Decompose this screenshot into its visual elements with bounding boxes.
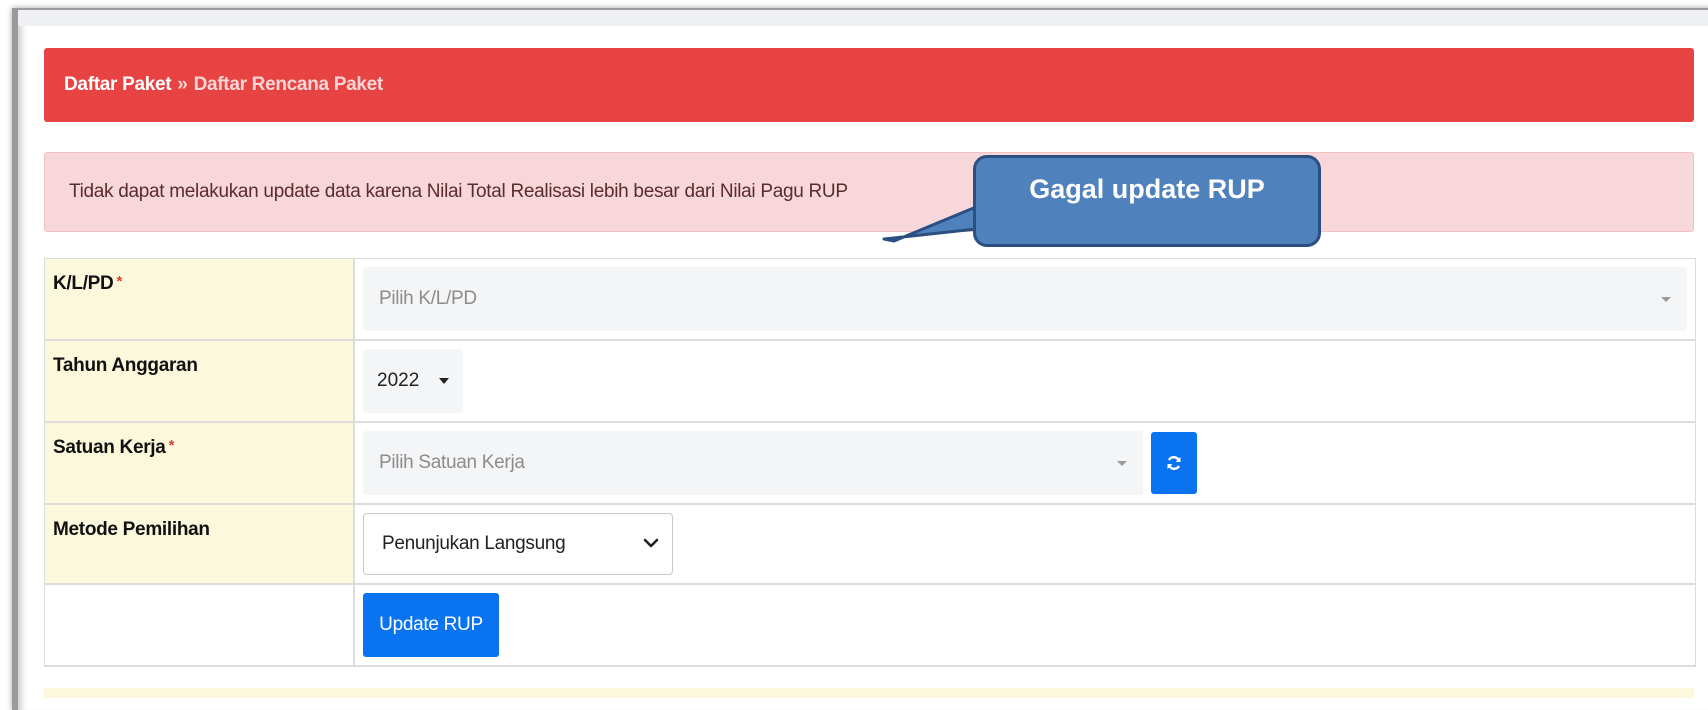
rup-form: K/L/PD * Pilih K/L/PD Tahun Anggaran 2022… bbox=[44, 258, 1696, 667]
satker-value-cell: Pilih Satuan Kerja bbox=[355, 423, 1695, 503]
empty-label-cell bbox=[45, 585, 355, 665]
required-mark: * bbox=[168, 437, 175, 454]
form-row-tahun: Tahun Anggaran 2022 bbox=[45, 341, 1695, 423]
form-row-satker: Satuan Kerja * Pilih Satuan Kerja bbox=[45, 423, 1695, 505]
update-rup-button[interactable]: Update RUP bbox=[363, 593, 499, 657]
form-row-klpd: K/L/PD * Pilih K/L/PD bbox=[45, 259, 1695, 341]
klpd-placeholder: Pilih K/L/PD bbox=[379, 288, 477, 309]
klpd-label-text: K/L/PD bbox=[53, 273, 114, 294]
submit-value-cell: Update RUP bbox=[355, 585, 1695, 665]
satker-label: Satuan Kerja * bbox=[45, 423, 355, 503]
metode-label-text: Metode Pemilihan bbox=[53, 519, 210, 540]
tahun-value: 2022 bbox=[377, 370, 420, 391]
error-alert: Tidak dapat melakukan update data karena… bbox=[44, 152, 1694, 232]
metode-label: Metode Pemilihan bbox=[45, 505, 355, 583]
caret-down-icon bbox=[1661, 297, 1671, 302]
satuan-kerja-select[interactable]: Pilih Satuan Kerja bbox=[363, 431, 1143, 495]
metode-value: Penunjukan Langsung bbox=[382, 533, 566, 554]
form-row-submit: Update RUP bbox=[45, 585, 1695, 667]
chevron-down-icon bbox=[643, 538, 659, 548]
refresh-icon bbox=[1167, 456, 1181, 470]
klpd-value-cell: Pilih K/L/PD bbox=[355, 259, 1695, 339]
callout-annotation: Gagal update RUP bbox=[973, 155, 1321, 247]
tahun-label-text: Tahun Anggaran bbox=[53, 355, 198, 376]
refresh-satker-button[interactable] bbox=[1151, 432, 1197, 494]
required-mark: * bbox=[116, 273, 123, 290]
caret-down-icon bbox=[1117, 461, 1127, 466]
satker-label-text: Satuan Kerja bbox=[53, 437, 166, 458]
caret-down-icon bbox=[439, 378, 450, 384]
metode-value-cell: Penunjukan Langsung bbox=[355, 505, 1695, 583]
breadcrumb-daftar-paket[interactable]: Daftar Paket bbox=[64, 74, 172, 95]
next-section-edge bbox=[44, 688, 1694, 698]
klpd-label: K/L/PD * bbox=[45, 259, 355, 339]
tahun-label: Tahun Anggaran bbox=[45, 341, 355, 421]
form-row-metode: Metode Pemilihan Penunjukan Langsung bbox=[45, 505, 1695, 585]
tahun-value-cell: 2022 bbox=[355, 341, 1695, 421]
metode-pemilihan-select[interactable]: Penunjukan Langsung bbox=[363, 513, 673, 575]
tahun-anggaran-select[interactable]: 2022 bbox=[363, 349, 463, 413]
breadcrumb-separator: » bbox=[177, 74, 188, 95]
satker-placeholder: Pilih Satuan Kerja bbox=[379, 452, 525, 473]
breadcrumb: Daftar Paket» Daftar Rencana Paket bbox=[44, 48, 1694, 122]
klpd-select[interactable]: Pilih K/L/PD bbox=[363, 267, 1687, 331]
top-band bbox=[18, 10, 1708, 26]
error-alert-message: Tidak dapat melakukan update data karena… bbox=[69, 181, 848, 202]
breadcrumb-current: Daftar Rencana Paket bbox=[193, 74, 384, 95]
callout-text: Gagal update RUP bbox=[1029, 173, 1265, 204]
